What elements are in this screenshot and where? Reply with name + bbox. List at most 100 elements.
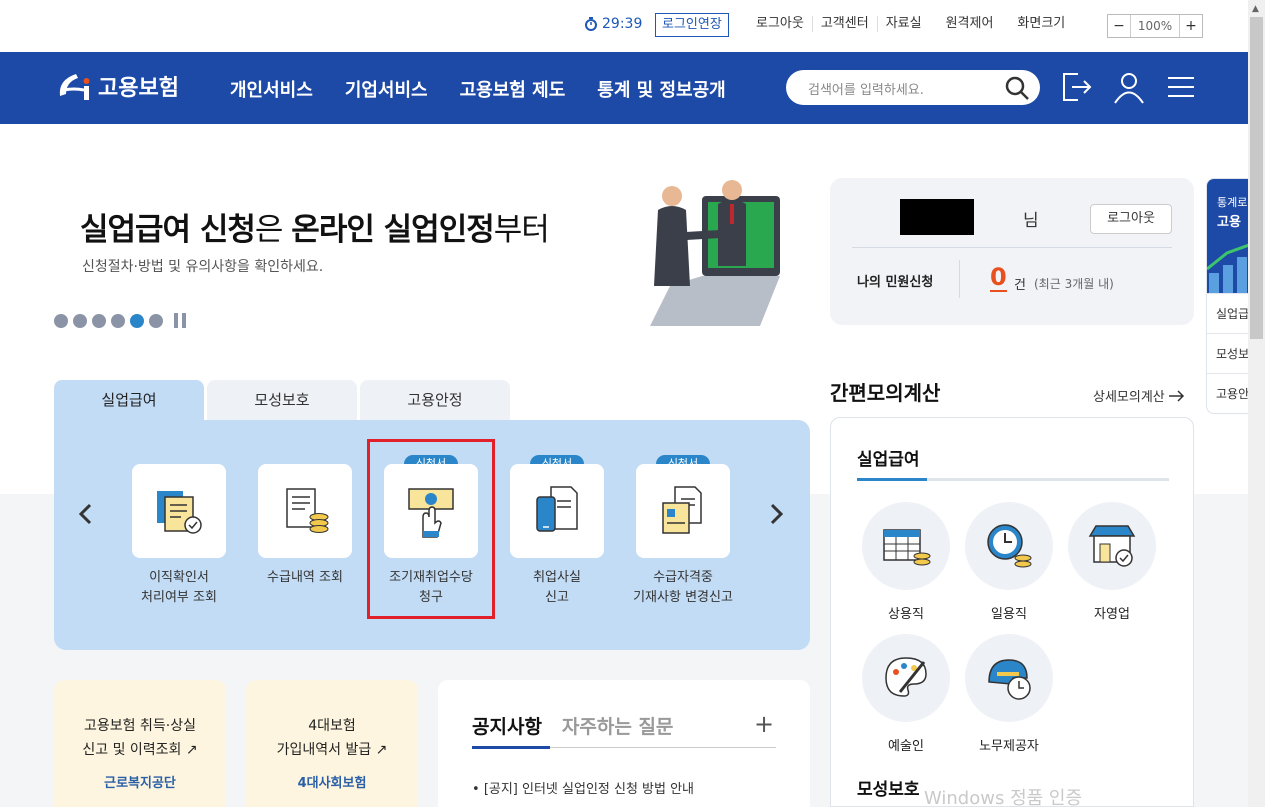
- quick-card-insurance-report[interactable]: 고용보험 취득·상실신고 및 이력조회 ↗ 근로복지공단: [54, 680, 226, 807]
- side-item-maternity[interactable]: 모성보: [1207, 333, 1248, 373]
- zoom-in-button[interactable]: +: [1180, 15, 1202, 37]
- service-item-qualification-change[interactable]: 신청서 수급자격중기재사항 변경신고: [633, 455, 733, 608]
- calc-label: 상용직: [888, 607, 924, 622]
- slide-dot[interactable]: [54, 313, 68, 328]
- nav-personal[interactable]: 개인서비스: [230, 76, 313, 102]
- archive-link[interactable]: 자료실: [876, 16, 930, 32]
- quick-card-line: 고용보험 취득·상실: [84, 718, 196, 734]
- nav-system[interactable]: 고용보험 제도: [460, 76, 566, 102]
- org-logo-comwel: 근로복지공단: [104, 776, 176, 791]
- detailed-calc-link[interactable]: 상세모의계산: [1093, 386, 1185, 405]
- search-icon[interactable]: [1004, 75, 1030, 101]
- slide-dot-active[interactable]: [130, 313, 144, 328]
- honorific: 님: [1023, 211, 1039, 231]
- zoom-value: 100%: [1130, 15, 1180, 37]
- customer-center-link[interactable]: 고객센터: [811, 16, 877, 32]
- scroll-up-icon[interactable]: ▲: [1252, 4, 1259, 14]
- quick-card-text: 고용보험 취득·상실신고 및 이력조회 ↗: [54, 714, 226, 762]
- main-header: 고용보험 개인서비스 기업서비스 고용보험 제도 통계 및 정보공개 검색어를 …: [0, 52, 1248, 124]
- highlight-box: [367, 439, 495, 619]
- tab-faq[interactable]: 자주하는 질문: [562, 712, 674, 739]
- my-requests-label: 나의 민원신청: [857, 275, 934, 290]
- logout-button[interactable]: 로그아웃: [1090, 204, 1172, 234]
- service-box[interactable]: [258, 464, 352, 558]
- receipt-coins-icon: [286, 488, 329, 533]
- menu-icon[interactable]: [1164, 70, 1198, 104]
- service-box[interactable]: [636, 464, 730, 558]
- tab-unemployment[interactable]: 실업급여: [54, 380, 204, 420]
- side-item-unemployment[interactable]: 실업급: [1207, 293, 1248, 333]
- service-label-line: 수급자격중: [653, 570, 713, 585]
- service-box[interactable]: [132, 464, 226, 558]
- chevron-left-icon[interactable]: [74, 502, 98, 526]
- banner-title-part: 실업급여 신청: [80, 212, 256, 248]
- calc-platform-worker[interactable]: 노무제공자: [964, 634, 1054, 754]
- more-plus-icon[interactable]: +: [754, 710, 774, 738]
- divider: [959, 260, 960, 298]
- calc-label: 예술인: [888, 739, 924, 754]
- util-links: 로그아웃 고객센터 자료실 원격제어 화면크기: [748, 16, 1073, 32]
- timer-text: 29:39: [602, 16, 643, 32]
- service-item-benefit-history[interactable]: 수급내역 조회: [258, 464, 352, 588]
- chevron-right-icon[interactable]: [764, 502, 788, 526]
- tab-maternity[interactable]: 모성보호: [207, 380, 357, 420]
- scrollbar[interactable]: ▲: [1248, 0, 1265, 807]
- quick-card-line: 신고 및 이력조회 ↗: [82, 742, 198, 758]
- user-icon[interactable]: [1112, 70, 1146, 104]
- calendar-coins-icon: [883, 529, 931, 566]
- side-item-employment[interactable]: 고용안: [1207, 373, 1248, 413]
- tab-employment-stability[interactable]: 고용안정: [360, 380, 510, 420]
- calc-regular-worker[interactable]: 상용직: [861, 502, 951, 622]
- pause-icon[interactable]: [174, 313, 186, 328]
- search-input[interactable]: 검색어를 입력하세요.: [808, 79, 924, 98]
- slide-dot[interactable]: [149, 313, 163, 328]
- handshake-laptop-illustration: [650, 180, 780, 326]
- tab-notice[interactable]: 공지사항: [472, 712, 542, 739]
- banner-title-part: 부터: [493, 212, 550, 248]
- slide-dot[interactable]: [111, 313, 125, 328]
- banner-title-part: 온라인 실업인정: [291, 212, 494, 248]
- calc-daily-worker[interactable]: 일용직: [964, 502, 1054, 622]
- calc-icon-wrap: [862, 502, 950, 590]
- arrow-right-icon: [1168, 389, 1184, 402]
- calc-title: 간편모의계산: [830, 381, 941, 405]
- request-unit: 건: [1014, 278, 1026, 293]
- quick-card-line: 가입내역서 발급 ↗: [276, 742, 388, 758]
- slide-dot[interactable]: [73, 313, 87, 328]
- zoom-out-button[interactable]: −: [1108, 15, 1130, 37]
- logout-link[interactable]: 로그아웃: [748, 16, 812, 32]
- user-box: 님 로그아웃 나의 민원신청 0 건 (최근 3개월 내): [830, 178, 1194, 325]
- logo-text: 고용보험: [98, 76, 179, 101]
- service-label: 수급자격중기재사항 변경신고: [606, 568, 760, 608]
- slide-dot[interactable]: [92, 313, 106, 328]
- remote-control-link[interactable]: 원격제어: [938, 16, 1002, 32]
- quick-card-four-insurance[interactable]: 4대보험 가입내역서 발급 ↗ 4대사회보험: [246, 680, 418, 807]
- service-item-separation-check[interactable]: 이직확인서 처리여부 조회: [132, 464, 226, 608]
- notice-item[interactable]: • [공지] 인터넷 실업인정 신청 방법 안내: [472, 778, 694, 797]
- banner-subtitle: 신청절차·방법 및 유의사항을 확인하세요.: [82, 259, 324, 275]
- scroll-thumb[interactable]: [1250, 17, 1263, 339]
- logout-icon[interactable]: [1060, 70, 1094, 104]
- nav-statistics[interactable]: 통계 및 정보공개: [597, 76, 725, 102]
- service-item-employment-report[interactable]: 신청서 취업사실신고: [510, 455, 604, 608]
- calc-icon-wrap: [965, 502, 1053, 590]
- nav-business[interactable]: 기업서비스: [345, 76, 428, 102]
- calc-self-employed[interactable]: 자영업: [1067, 502, 1157, 622]
- chart-graphic-icon: [1207, 243, 1248, 293]
- side-panel-header[interactable]: 통계로 고용: [1207, 179, 1248, 293]
- redacted-username: [900, 199, 974, 235]
- site-logo[interactable]: 고용보험: [54, 66, 179, 106]
- service-tabs: 실업급여 모성보호 고용안정: [54, 380, 510, 420]
- side-head-line: 고용: [1217, 215, 1241, 230]
- banner-title-part: 은: [254, 212, 292, 248]
- side-head-line: 통계로: [1217, 196, 1248, 209]
- extend-login-button[interactable]: 로그인연장: [655, 13, 729, 37]
- service-label-line: 기재사항 변경신고: [633, 590, 733, 605]
- palette-icon: [885, 657, 927, 697]
- banner-title[interactable]: 실업급여 신청은 온라인 실업인정부터: [80, 204, 550, 249]
- calc-artist[interactable]: 예술인: [861, 634, 951, 754]
- request-count[interactable]: 0: [990, 264, 1007, 292]
- zoom-control: − 100% +: [1107, 14, 1203, 38]
- service-box[interactable]: [510, 464, 604, 558]
- search-box[interactable]: 검색어를 입력하세요.: [786, 70, 1040, 105]
